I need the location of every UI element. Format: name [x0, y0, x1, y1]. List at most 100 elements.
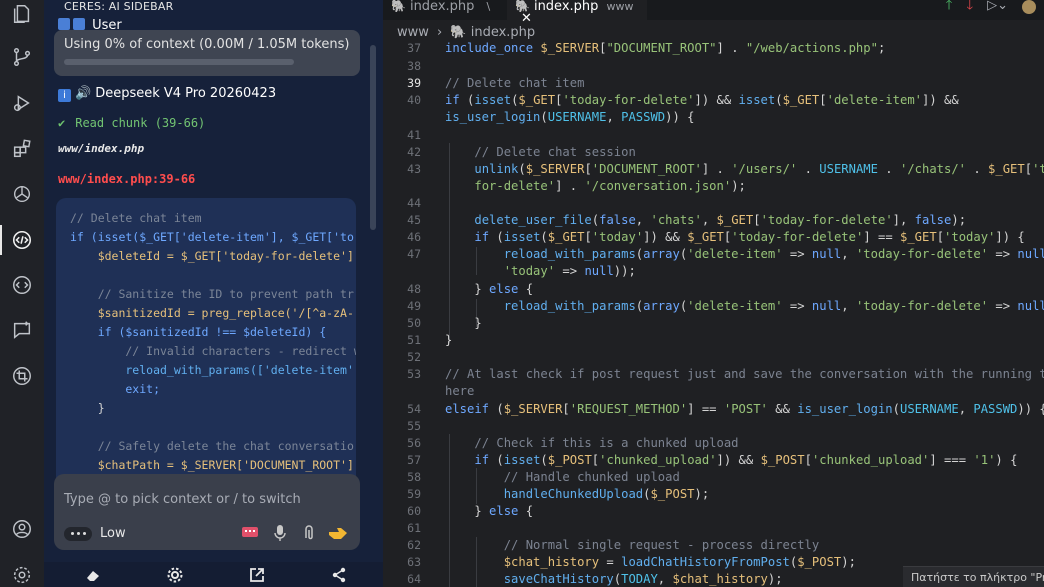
code-line: saveChatHistory(TODAY, $chat_history); — [503, 572, 783, 586]
openai-icon[interactable] — [10, 182, 34, 206]
code-line: include_once $_SERVER["DOCUMENT_ROOT"] .… — [445, 41, 886, 55]
code-icon[interactable] — [10, 273, 34, 297]
tab-index-www[interactable]: 🐘 index.php www ✕ — [507, 0, 647, 25]
snippet-line: // Sanitize the ID to prevent path tr — [70, 287, 354, 301]
code-line: delete_user_file(false, 'chats', $_GET['… — [474, 213, 967, 227]
tab-path-hint: www — [606, 0, 634, 13]
sidebar-scrollbar[interactable] — [370, 45, 376, 230]
file-range-link[interactable]: www/index.php:39-66 — [58, 172, 195, 186]
line-number: 56 — [407, 436, 421, 450]
code-line: unlink($_SERVER['DOCUMENT_ROOT'] . '/use… — [474, 162, 1044, 176]
file-path: www/index.php — [58, 142, 145, 155]
effort-selector[interactable]: Low — [64, 526, 126, 541]
code-line: is_user_login(USERNAME, PASSWD)) { — [445, 110, 695, 124]
line-number: 55 — [407, 419, 421, 433]
source-control-icon[interactable] — [10, 45, 34, 69]
effort-label: Low — [100, 526, 126, 541]
ai-sidebar-icon[interactable] — [10, 228, 34, 252]
line-number: 60 — [407, 504, 421, 518]
user-badge-icon — [73, 18, 85, 30]
snippet-line: $sanitizedId = preg_replace('/[^a-zA- — [70, 306, 354, 320]
tab-label: index.php — [533, 0, 599, 14]
code-line: reload_with_params(array('delete-item' =… — [503, 299, 1044, 313]
line-number: 46 — [407, 230, 421, 244]
line-number: 53 — [407, 367, 421, 381]
line-number: 64 — [407, 572, 421, 586]
explorer-icon[interactable] — [10, 2, 34, 26]
snippet-line: // Safely delete the chat conversatio — [70, 439, 354, 453]
breadcrumb-folder[interactable]: www — [397, 25, 429, 40]
snippet-line: if ($sanitizedId !== $deleteId) { — [70, 325, 327, 339]
activity-bar — [0, 0, 45, 587]
code-editor: 🐘 index.php \ 🐘 index.php www ✕ 🡑 🡓 ▷⌄ www… — [383, 0, 1044, 587]
snippet-line: } — [70, 401, 105, 415]
effort-toggle-icon[interactable] — [64, 526, 92, 541]
snippet-line — [56, 418, 356, 437]
chat-icon[interactable] — [10, 318, 34, 342]
breadcrumb-file[interactable]: index.php — [471, 25, 535, 40]
snippet-line: $deleteId = $_GET['today-for-delete'] — [70, 249, 354, 263]
line-number: 63 — [407, 555, 421, 569]
code-line: 'today' => null)); — [503, 264, 636, 278]
run-debug-icon[interactable] — [10, 91, 34, 115]
snippet-line: exit; — [70, 382, 161, 396]
chat-composer[interactable]: Type @ to pick context or / to switch Lo… — [54, 474, 360, 550]
open-external-icon[interactable] — [248, 566, 266, 584]
run-icon[interactable]: ▷⌄ — [987, 0, 1008, 14]
info-icon: i — [58, 89, 71, 102]
share-icon[interactable] — [330, 566, 348, 584]
line-number: 42 — [407, 145, 421, 159]
code-line: // Delete chat item — [445, 76, 585, 90]
eraser-icon[interactable] — [84, 566, 102, 584]
extensions-icon[interactable] — [10, 137, 34, 161]
line-number: 43 — [407, 162, 421, 176]
settings-icon[interactable] — [166, 566, 184, 584]
snippet-line — [56, 266, 356, 285]
close-tab-icon[interactable]: ✕ — [521, 11, 532, 26]
snippet-line: if (isset($_GET['delete-item'], $_GET['t… — [70, 230, 354, 244]
line-number: 58 — [407, 470, 421, 484]
code-line: } else { — [445, 282, 534, 296]
microphone-icon[interactable] — [270, 524, 290, 544]
line-number: 37 — [407, 41, 421, 55]
php-elephant-icon: 🐘 — [450, 25, 467, 40]
line-number: 54 — [407, 402, 421, 416]
snippet-line: $chatPath = $_SERVER['DOCUMENT_ROOT'] — [70, 458, 354, 472]
code-line: if (isset($_GET['today']) && $_GET['toda… — [474, 230, 1025, 244]
line-number: 62 — [407, 538, 421, 552]
line-number: 50 — [407, 316, 421, 330]
arrow-down-icon[interactable]: 🡓 — [966, 0, 973, 14]
keyboard-icon[interactable] — [240, 524, 260, 544]
notification-tooltip: Πατήστε το πλήκτρο "Prnt — [903, 566, 1044, 587]
chevron-right-icon: › — [437, 25, 443, 40]
speaker-icon: 🔊 — [75, 86, 92, 101]
tab-index-root[interactable]: 🐘 index.php \ — [391, 0, 495, 20]
snippet-line: // Delete chat item — [70, 211, 202, 225]
send-hand-icon[interactable] — [328, 524, 348, 544]
attach-icon[interactable] — [300, 524, 320, 544]
code-line: if (isset($_POST['chunked_upload']) && $… — [474, 453, 1018, 467]
code-line: // Delete chat session — [474, 145, 636, 159]
sidebar-title: CERES: AI SIDEBAR — [64, 0, 174, 13]
line-number: 48 — [407, 282, 421, 296]
line-number: 39 — [407, 76, 421, 90]
sidebar-bottom-toolbar — [44, 562, 383, 587]
context-usage-text: Using 0% of context (0.00M / 1.05M token… — [64, 37, 350, 52]
line-number: 59 — [407, 487, 421, 501]
ai-sidebar: CERES: AI SIDEBAR User Using 0% of conte… — [44, 0, 383, 587]
settings-gear-icon[interactable] — [10, 563, 34, 587]
line-number: 61 — [407, 521, 421, 535]
avatar[interactable] — [1022, 0, 1036, 14]
php-elephant-icon: 🐘 — [391, 0, 406, 13]
account-icon[interactable] — [10, 517, 34, 541]
code-line: // Normal single request - process direc… — [503, 538, 820, 552]
line-number: 57 — [407, 453, 421, 467]
code-line: // Handle chunked upload — [503, 470, 680, 484]
chat-input[interactable]: Type @ to pick context or / to switch — [64, 492, 301, 507]
code-line: reload_with_params(array('delete-item' =… — [503, 247, 1044, 261]
crop-icon[interactable] — [10, 364, 34, 388]
tool-status: ✔ Read chunk (39-66) — [58, 116, 205, 130]
arrow-up-icon[interactable]: 🡑 — [946, 0, 953, 14]
read-status-text: Read chunk (39-66) — [75, 116, 206, 130]
line-number: 41 — [407, 128, 421, 142]
